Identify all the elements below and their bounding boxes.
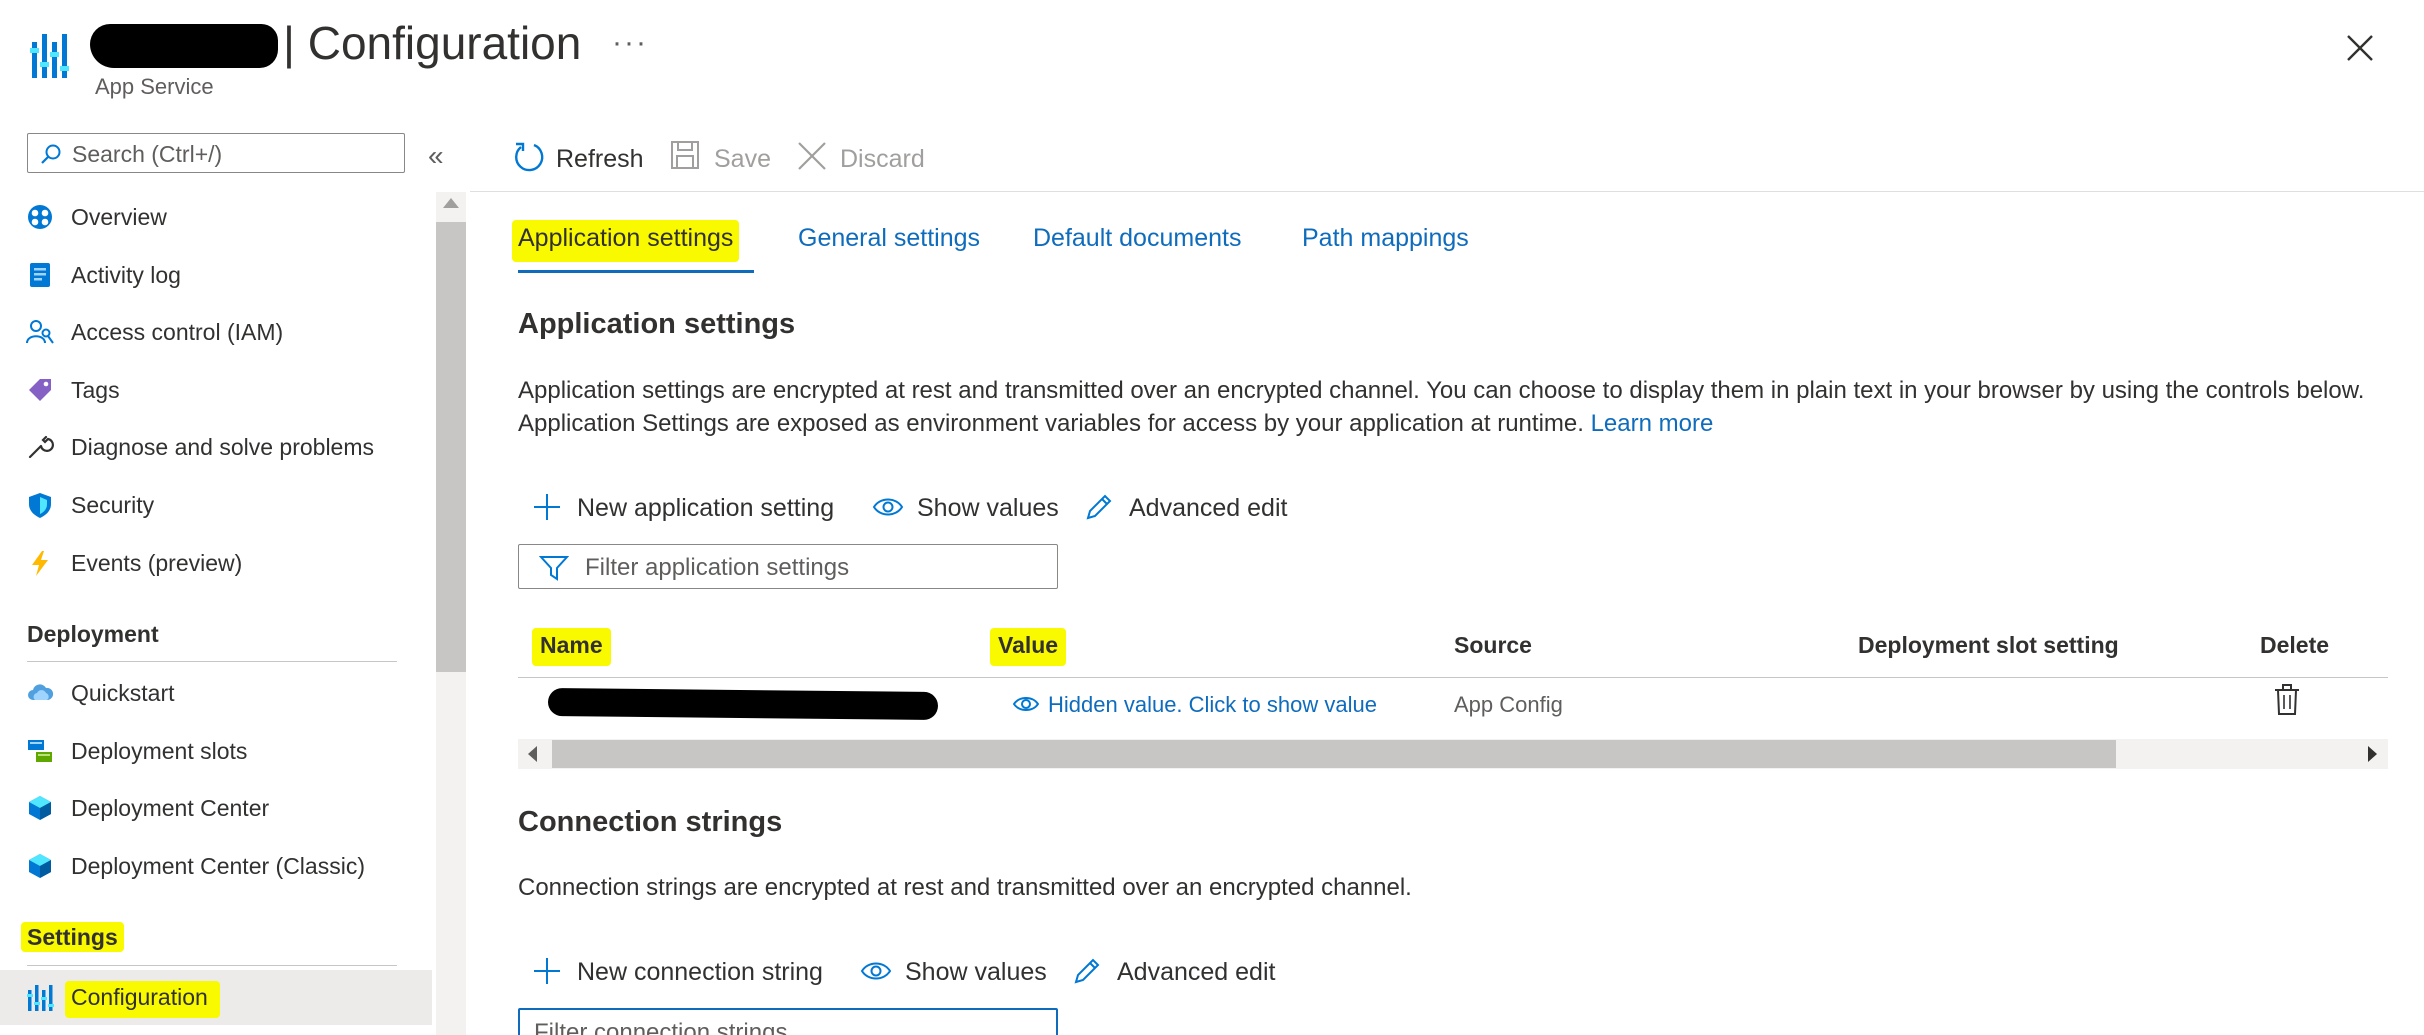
plus-icon — [534, 494, 560, 520]
refresh-icon — [515, 142, 544, 172]
lightning-icon — [32, 551, 48, 576]
discard-button[interactable]: Discard — [796, 138, 936, 178]
column-header-name[interactable]: Name — [532, 628, 611, 666]
iam-icon — [26, 320, 54, 344]
eye-icon — [872, 498, 904, 516]
section-header-deployment: Deployment — [27, 621, 159, 647]
sidebar-search-input[interactable]: Search (Ctrl+/) — [27, 133, 405, 173]
sidebar-item-security[interactable]: Security — [0, 479, 432, 531]
cube-icon — [29, 796, 51, 820]
discard-icon — [798, 142, 826, 170]
sidebar-item-deployment-center[interactable]: Deployment Center — [0, 782, 432, 834]
sidebar-item-access-control[interactable]: Access control (IAM) — [0, 306, 432, 358]
refresh-button[interactable]: Refresh — [512, 138, 644, 178]
wrench-icon — [28, 435, 54, 459]
filter-connection-strings-input[interactable]: Filter connection strings — [518, 1008, 1058, 1035]
advanced-edit-connection-button[interactable]: Advanced edit — [1072, 952, 1292, 992]
scroll-right-arrow-icon[interactable] — [2368, 746, 2377, 762]
sidebar-item-events[interactable]: Events (preview) — [0, 537, 432, 589]
show-connection-values-button[interactable]: Show values — [860, 952, 1050, 992]
sidebar-item-label: Tags — [71, 377, 120, 403]
eye-icon — [1012, 697, 1040, 711]
section-divider — [27, 965, 397, 966]
tab-path-mappings[interactable]: Path mappings — [1302, 224, 1469, 253]
new-application-setting-button[interactable]: New application setting — [532, 488, 852, 528]
eye-icon — [860, 962, 892, 980]
learn-more-link[interactable]: Learn more — [1591, 410, 1714, 437]
sidebar-item-label: Events (preview) — [71, 550, 243, 576]
table-scrollbar-thumb[interactable] — [552, 740, 2116, 768]
redacted-setting-name — [547, 687, 939, 721]
column-header-slot-setting[interactable]: Deployment slot setting — [1858, 632, 2119, 659]
app-settings-heading: Application settings — [518, 308, 796, 340]
tab-default-documents[interactable]: Default documents — [1033, 224, 1241, 253]
more-options-button[interactable]: ··· — [612, 26, 648, 60]
sidebar-item-quickstart[interactable]: Quickstart — [0, 667, 432, 719]
close-icon[interactable] — [2340, 28, 2380, 68]
sidebar-item-label: Quickstart — [71, 680, 175, 706]
pencil-icon — [1074, 958, 1100, 984]
pencil-icon — [1086, 494, 1112, 520]
filter-icon — [539, 556, 569, 581]
sidebar-item-deployment-slots[interactable]: Deployment slots — [0, 725, 432, 777]
collapse-sidebar-button[interactable]: « — [428, 140, 444, 172]
page-title: | Configuration — [283, 17, 582, 69]
redacted-resource-name — [90, 24, 278, 68]
table-header-divider — [518, 677, 2388, 678]
save-icon — [671, 141, 699, 169]
filter-application-settings-input[interactable]: Filter application settings — [518, 544, 1058, 589]
app-configuration-logo-icon — [30, 34, 69, 78]
page-subtitle: App Service — [95, 74, 214, 99]
sidebar-item-label: Configuration — [65, 981, 220, 1018]
sidebar-item-activity-log[interactable]: Activity log — [0, 249, 432, 301]
sidebar-item-label: Activity log — [71, 262, 181, 288]
tab-general-settings[interactable]: General settings — [798, 224, 980, 253]
configuration-icon — [27, 985, 54, 1011]
scroll-up-arrow-icon[interactable] — [443, 198, 459, 208]
activity-log-icon — [30, 263, 50, 287]
sidebar-item-overview[interactable]: Overview — [0, 191, 432, 243]
column-header-source[interactable]: Source — [1454, 632, 1532, 659]
new-connection-string-button[interactable]: New connection string — [532, 952, 842, 992]
slots-icon — [28, 740, 52, 762]
advanced-edit-button[interactable]: Advanced edit — [1084, 488, 1304, 528]
cloud-icon — [28, 684, 54, 700]
sidebar-item-label: Deployment slots — [71, 738, 248, 764]
show-values-button[interactable]: Show values — [872, 488, 1062, 528]
sidebar-item-tags[interactable]: Tags — [0, 364, 432, 416]
plus-icon — [534, 958, 560, 984]
scroll-left-arrow-icon[interactable] — [528, 746, 537, 762]
section-divider — [27, 661, 397, 662]
column-header-value[interactable]: Value — [990, 628, 1067, 666]
shield-icon — [29, 493, 51, 518]
search-placeholder: Search (Ctrl+/) — [72, 141, 223, 167]
sidebar-item-label: Deployment Center (Classic) — [71, 853, 365, 879]
sidebar-item-label: Diagnose and solve problems — [71, 434, 375, 460]
connection-strings-heading: Connection strings — [518, 806, 783, 838]
sidebar-item-label: Security — [71, 492, 155, 518]
search-icon — [41, 144, 61, 164]
toolbar-divider — [470, 191, 2424, 192]
overview-icon — [28, 205, 52, 229]
source-cell: App Config — [1454, 692, 1563, 717]
tab-application-settings[interactable]: Application settings — [512, 220, 740, 262]
column-header-delete: Delete — [2260, 632, 2330, 658]
sidebar-item-label: Deployment Center — [71, 795, 270, 821]
sidebar-item-configuration[interactable]: Configuration — [0, 970, 432, 1025]
sidebar-scrollbar-thumb[interactable] — [436, 222, 466, 672]
sidebar-item-deployment-center-classic[interactable]: Deployment Center (Classic) — [0, 840, 432, 892]
sidebar-item-label: Access control (IAM) — [71, 319, 284, 345]
connection-strings-description: Connection strings are encrypted at rest… — [518, 874, 1412, 901]
active-tab-indicator — [518, 270, 754, 273]
hidden-value-link[interactable]: Hidden value. Click to show value — [1012, 690, 1377, 720]
section-header-settings: Settings — [21, 922, 124, 952]
tag-icon — [29, 379, 51, 401]
trash-icon[interactable] — [2274, 684, 2300, 716]
sidebar-item-diagnose[interactable]: Diagnose and solve problems — [0, 421, 432, 473]
cube-icon — [29, 854, 51, 878]
app-settings-description: Application settings are encrypted at re… — [518, 377, 2365, 437]
save-button[interactable]: Save — [670, 138, 780, 178]
sidebar-item-label: Overview — [71, 204, 167, 230]
